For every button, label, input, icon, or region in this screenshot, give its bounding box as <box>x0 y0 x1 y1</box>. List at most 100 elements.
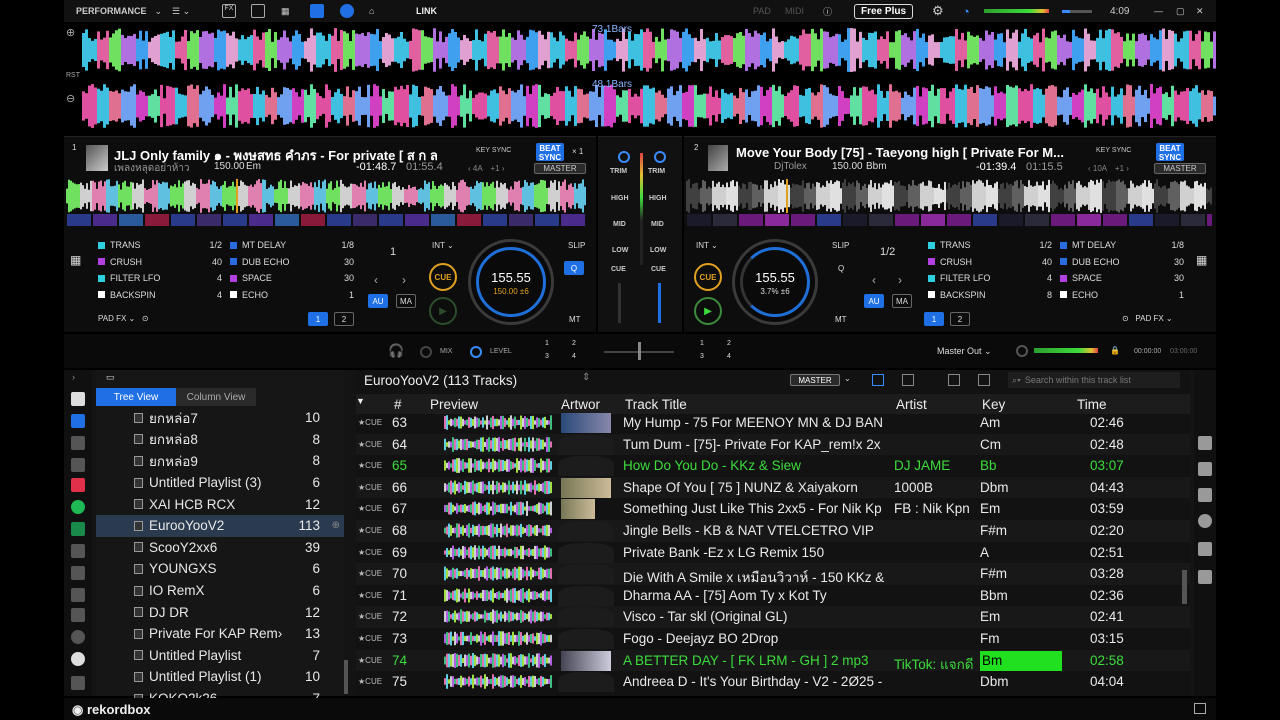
headphones-icon[interactable]: 🎧 <box>388 343 404 359</box>
fx-row[interactable]: TRANS 1/2 <box>98 237 222 254</box>
track-preview-waveform[interactable] <box>444 480 552 495</box>
col-artist-header[interactable]: Artist <box>896 397 927 412</box>
master-out-knob[interactable] <box>1016 345 1028 357</box>
link-button[interactable]: LINK <box>416 3 437 19</box>
mode-selector[interactable]: PERFORMANCE ⌄ <box>76 3 162 19</box>
fx-row[interactable]: ECHO 1 <box>1060 287 1184 304</box>
crossfader-handle[interactable] <box>638 342 641 360</box>
deck2-cue-button[interactable]: CUE <box>694 263 722 291</box>
sync-cloud-icon[interactable]: ◔ <box>962 3 970 19</box>
deck1-quantize-button[interactable]: Q <box>564 261 584 275</box>
playlist-item[interactable]: ยกหล่อ9 8 <box>96 450 344 472</box>
table-row[interactable]: ★CUE 69 Private Bank -Ez x LG Remix 150 A 02… <box>356 542 1190 564</box>
history-icon[interactable] <box>71 630 85 644</box>
popout-window-icon[interactable] <box>1194 703 1206 714</box>
minimize-icon[interactable]: — <box>1154 3 1163 19</box>
deck2-page-1[interactable]: 1 <box>924 312 944 326</box>
zoom-in-icon[interactable]: ⊕ <box>66 26 75 39</box>
spotify-icon[interactable] <box>71 500 85 514</box>
close-icon[interactable]: ✕ <box>1196 3 1204 19</box>
track-info-icon[interactable] <box>1198 514 1212 528</box>
bookmark-icon[interactable] <box>71 392 85 406</box>
deck2-beat-prev-icon[interactable]: ‹ <box>872 273 876 287</box>
ch1-fader[interactable] <box>618 283 621 323</box>
mixer-panel-icon[interactable] <box>310 3 324 19</box>
fx-assign-right-3[interactable]: 3 <box>700 353 704 360</box>
deck1-int-selector[interactable]: INT ⌄ <box>432 241 454 250</box>
deck1-beat-sync[interactable]: BEAT SYNC <box>536 143 564 162</box>
user-icon[interactable]: ⌂ <box>369 3 374 19</box>
deck2-master-button[interactable]: MASTER <box>1154 163 1206 174</box>
table-row[interactable]: ★CUE 72 Visco - Tar skl (Original GL) Em 02:… <box>356 606 1190 628</box>
deck1-beat-next-icon[interactable]: › <box>402 273 406 287</box>
sampler-bank-icon[interactable] <box>71 608 85 622</box>
search-input[interactable]: ⌕▾ Search within this track list <box>1008 372 1180 388</box>
fx-row[interactable]: SPACE 30 <box>230 270 354 287</box>
fx-assign-right-4[interactable]: 4 <box>727 353 731 360</box>
fx-assign-left-3[interactable]: 3 <box>545 353 549 360</box>
col-time-header[interactable]: Time <box>1077 397 1107 412</box>
deck2-mt-button[interactable]: MT <box>835 315 847 324</box>
fx-row[interactable]: DUB ECHO 30 <box>230 254 354 271</box>
fx-assign-left-2[interactable]: 2 <box>572 340 576 347</box>
deck1-beat-prev-icon[interactable]: ‹ <box>374 273 378 287</box>
deck2-beat-sync[interactable]: BEAT SYNC <box>1156 143 1184 162</box>
playlist-item[interactable]: EurooYooV2 113 ⊕ <box>96 515 344 537</box>
deck2-zoomed-waveform[interactable] <box>82 84 1216 128</box>
track-preview-waveform[interactable] <box>444 674 552 689</box>
master-deck-button[interactable]: MASTER <box>790 374 840 386</box>
track-preview-waveform[interactable] <box>444 609 552 625</box>
col-title-header[interactable]: Track Title <box>625 397 687 412</box>
track-list-scrollbar[interactable] <box>1182 570 1187 604</box>
headphone-level-knob[interactable] <box>470 346 482 358</box>
table-row[interactable]: ★CUE 68 Jingle Bells - KB & NAT VTELCETRO … <box>356 520 1190 542</box>
fx-row[interactable]: MT DELAY 1/8 <box>230 237 354 254</box>
link-icon[interactable] <box>1198 462 1212 476</box>
gear-icon[interactable]: ⚙ <box>932 3 944 19</box>
sort-arrows-icon[interactable]: ⇕ <box>582 372 590 383</box>
table-row[interactable]: ★CUE 64 Tum Dum - [75]- Private For KAP_re… <box>356 433 1190 456</box>
table-row[interactable]: ★CUE 70 Die With A Smile x เหมือนวิวาห์ - … <box>356 563 1190 585</box>
deck2-pad-fx[interactable]: ⊙ PAD FX ⌄ <box>1122 314 1173 323</box>
ch2-cue-button[interactable]: CUE <box>651 266 666 273</box>
col-num-header[interactable]: # <box>394 397 402 412</box>
expand-chevron-icon[interactable]: › <box>72 372 75 382</box>
fx-assign-left-1[interactable]: 1 <box>545 340 549 347</box>
track-preview-waveform[interactable] <box>444 458 552 474</box>
grid-edit-icon[interactable] <box>1198 488 1212 502</box>
fx-row[interactable]: FILTER LFO 4 <box>928 270 1052 287</box>
track-preview-waveform[interactable] <box>444 544 552 560</box>
detail-view-icon[interactable] <box>902 374 914 386</box>
column-view-tab[interactable]: Column View <box>176 388 256 406</box>
deck2-beat-division[interactable]: 1/2 <box>880 246 895 258</box>
fx-row[interactable]: ECHO 1 <box>230 287 354 304</box>
ch2-trim-knob[interactable] <box>654 151 666 163</box>
tree-scrollbar[interactable] <box>344 660 348 694</box>
preview-pane-icon[interactable] <box>978 374 990 386</box>
ch1-trim-knob[interactable] <box>618 151 630 163</box>
master-deck-chevron-icon[interactable]: ⌄ <box>844 374 851 383</box>
fx-row[interactable]: SPACE 30 <box>1060 270 1184 287</box>
deck2-pad-grid-icon[interactable]: ▦ <box>1196 253 1207 267</box>
deck2-jog-wheel[interactable]: 155.55 3.7% ±6 <box>732 239 818 325</box>
ch1-cue-button[interactable]: CUE <box>611 266 626 273</box>
track-preview-waveform[interactable] <box>444 501 552 517</box>
beatport-icon[interactable] <box>71 522 85 536</box>
deck2-key-adjust[interactable]: ‹ 10A +1 › <box>1088 164 1129 173</box>
related-tracks-icon[interactable] <box>71 436 85 450</box>
mix-point-icon[interactable] <box>1198 570 1212 584</box>
fx-row[interactable]: DUB ECHO 30 <box>1060 254 1184 271</box>
reset-zoom-button[interactable]: RST <box>66 72 80 79</box>
track-preview-waveform[interactable] <box>444 436 552 452</box>
track-preview-waveform[interactable] <box>444 566 552 581</box>
deck2-manual-button[interactable]: MA <box>892 294 912 308</box>
storage-icon[interactable] <box>71 566 85 580</box>
fx-row[interactable]: TRANS 1/2 <box>928 237 1052 254</box>
grid-view-icon[interactable] <box>71 458 85 472</box>
deck1-mt-button[interactable]: MT <box>569 315 581 324</box>
fx-row[interactable]: FILTER LFO 4 <box>98 270 222 287</box>
deck1-jog-wheel[interactable]: 155.55 150.00 ±6 <box>468 239 554 325</box>
deck1-speed-x1[interactable]: × 1 <box>572 147 583 156</box>
deck2-slip-button[interactable]: SLIP <box>832 241 849 250</box>
deck2-auto-button[interactable]: AU <box>864 294 884 308</box>
